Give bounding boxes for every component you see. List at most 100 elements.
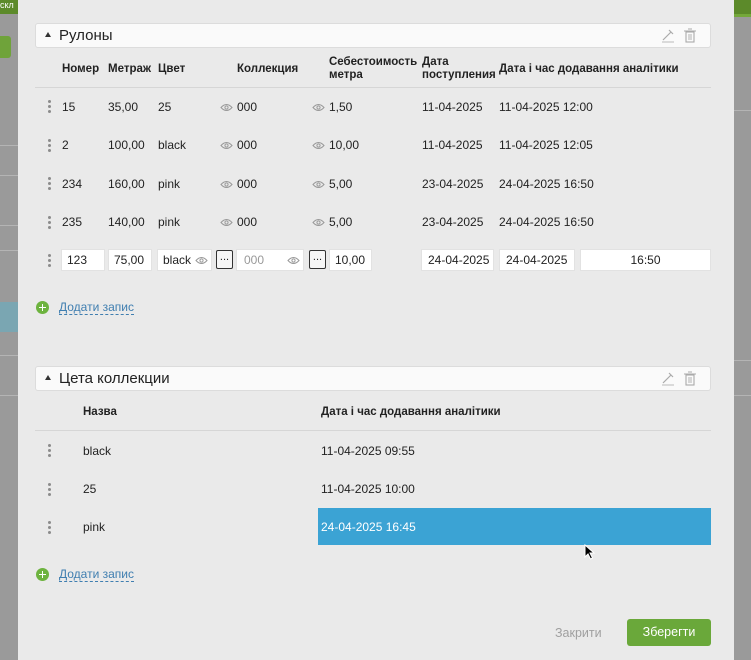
eye-icon[interactable] <box>220 103 233 112</box>
eye-icon[interactable] <box>220 218 233 227</box>
drag-handle-icon[interactable] <box>48 521 51 536</box>
selected-cell[interactable]: 24-04-2025 16:45 <box>318 508 711 545</box>
collapse-triangle-icon[interactable] <box>45 375 51 380</box>
eye-icon[interactable] <box>220 180 233 189</box>
cell-meterage: 35,00 <box>108 100 139 114</box>
trash-icon[interactable] <box>683 28 697 43</box>
edit-modal: Рулоны Номер Метраж Цвет Коллекция Себес… <box>18 0 734 660</box>
cell-cost: 5,00 <box>329 215 353 229</box>
color-input[interactable]: black <box>157 249 212 271</box>
drag-handle-icon[interactable] <box>48 444 51 459</box>
cell-number: 2 <box>62 138 69 152</box>
cell-date: 23-04-2025 <box>422 177 484 191</box>
column-header-analytics: Дата і час додавання аналітики <box>321 406 501 418</box>
background-row-divider <box>734 395 751 396</box>
column-header-date-line: поступления <box>422 69 496 81</box>
eye-icon[interactable] <box>287 256 300 265</box>
close-button[interactable]: Закрити <box>555 626 602 640</box>
column-header-collection: Коллекция <box>237 63 299 75</box>
drag-handle-icon[interactable] <box>48 100 51 115</box>
mouse-cursor-icon <box>584 544 596 560</box>
cell-analytics: 11-04-2025 12:05 <box>499 138 593 152</box>
number-input[interactable]: 123 <box>61 249 105 271</box>
collection-input-value: 000 <box>244 253 265 267</box>
save-button[interactable]: Зберегти <box>627 619 711 646</box>
collection-prices-panel-title: Цета коллекции <box>59 370 170 387</box>
column-header-number: Номер <box>62 63 100 75</box>
cell-meterage: 140,00 <box>108 215 145 229</box>
cell-analytics: 11-04-2025 12:00 <box>499 100 593 114</box>
drag-handle-icon[interactable] <box>48 139 51 154</box>
cell-collection: 000 <box>237 215 258 229</box>
cell-analytics: 24-04-2025 16:45 <box>321 520 416 534</box>
background-button <box>0 36 11 58</box>
collection-prices-panel-header[interactable]: Цета коллекции <box>35 366 711 391</box>
analytics-date-input[interactable]: 24-04-2025 <box>499 249 575 271</box>
cell-date: 23-04-2025 <box>422 215 484 229</box>
background-row-divider <box>734 360 751 361</box>
collapse-triangle-icon[interactable] <box>45 32 51 37</box>
edit-columns-icon[interactable] <box>661 28 675 43</box>
cell-color: pink <box>158 215 181 229</box>
background-selected-row <box>0 302 18 332</box>
eye-icon[interactable] <box>195 256 208 265</box>
cell-analytics: 24-04-2025 16:50 <box>499 177 594 191</box>
column-header-meterage: Метраж <box>108 63 152 75</box>
eye-icon[interactable] <box>312 218 325 227</box>
column-header-name: Назва <box>83 406 117 418</box>
column-header-cost-line: метра <box>329 69 363 81</box>
drag-handle-icon[interactable] <box>48 216 51 231</box>
cell-analytics: 11-04-2025 10:00 <box>321 482 415 496</box>
cell-analytics: 24-04-2025 16:50 <box>499 215 594 229</box>
eye-icon[interactable] <box>312 103 325 112</box>
cell-collection: 000 <box>237 100 258 114</box>
background-tab-right <box>734 0 751 14</box>
date-input[interactable]: 24-04-2025 <box>421 249 494 271</box>
column-header-cost: Себестоимость метра <box>329 56 417 82</box>
collection-input[interactable]: 000 <box>236 249 304 271</box>
drag-handle-icon[interactable] <box>48 254 51 269</box>
drag-handle-icon[interactable] <box>48 177 51 192</box>
rolls-panel-header[interactable]: Рулоны <box>35 23 711 48</box>
meterage-input[interactable]: 75,00 <box>108 249 152 271</box>
header-divider <box>35 430 711 431</box>
eye-icon[interactable] <box>312 141 325 150</box>
plus-circle-icon <box>36 568 49 581</box>
background-row-divider <box>0 250 18 251</box>
cell-date: 11-04-2025 <box>422 100 483 114</box>
cell-cost: 10,00 <box>329 138 360 152</box>
eye-icon[interactable] <box>312 180 325 189</box>
cell-name: pink <box>83 520 106 534</box>
drag-handle-icon[interactable] <box>48 483 51 498</box>
eye-icon[interactable] <box>220 141 233 150</box>
column-header-color: Цвет <box>158 63 186 75</box>
background-page-right <box>734 0 751 660</box>
analytics-time-input[interactable]: 16:50 <box>580 249 711 271</box>
background-row-divider <box>0 225 18 226</box>
edit-columns-icon[interactable] <box>661 371 675 386</box>
cell-cost: 1,50 <box>329 100 353 114</box>
collection-select-button[interactable]: ... <box>309 250 326 269</box>
trash-icon[interactable] <box>683 371 697 386</box>
color-input-value: black <box>163 253 192 267</box>
add-record-label: Додати запис <box>59 300 134 315</box>
background-tab: скл <box>0 0 18 14</box>
cell-number: 15 <box>62 100 76 114</box>
cell-collection: 000 <box>237 177 258 191</box>
background-row-divider <box>0 355 18 356</box>
cell-meterage: 160,00 <box>108 177 145 191</box>
background-page-left: скл <box>0 0 18 660</box>
cost-input[interactable]: 10,00 <box>329 249 372 271</box>
plus-circle-icon <box>36 301 49 314</box>
background-row-divider <box>734 110 751 111</box>
cell-name: black <box>83 444 112 458</box>
header-divider <box>35 87 711 88</box>
cell-cost: 5,00 <box>329 177 353 191</box>
color-select-button[interactable]: ... <box>216 250 233 269</box>
rolls-panel-title: Рулоны <box>59 27 113 44</box>
cell-analytics: 11-04-2025 09:55 <box>321 444 415 458</box>
cell-color: pink <box>158 177 181 191</box>
cell-number: 235 <box>62 215 83 229</box>
column-header-date-line: Дата <box>422 56 449 68</box>
add-record-label: Додати запис <box>59 567 134 582</box>
